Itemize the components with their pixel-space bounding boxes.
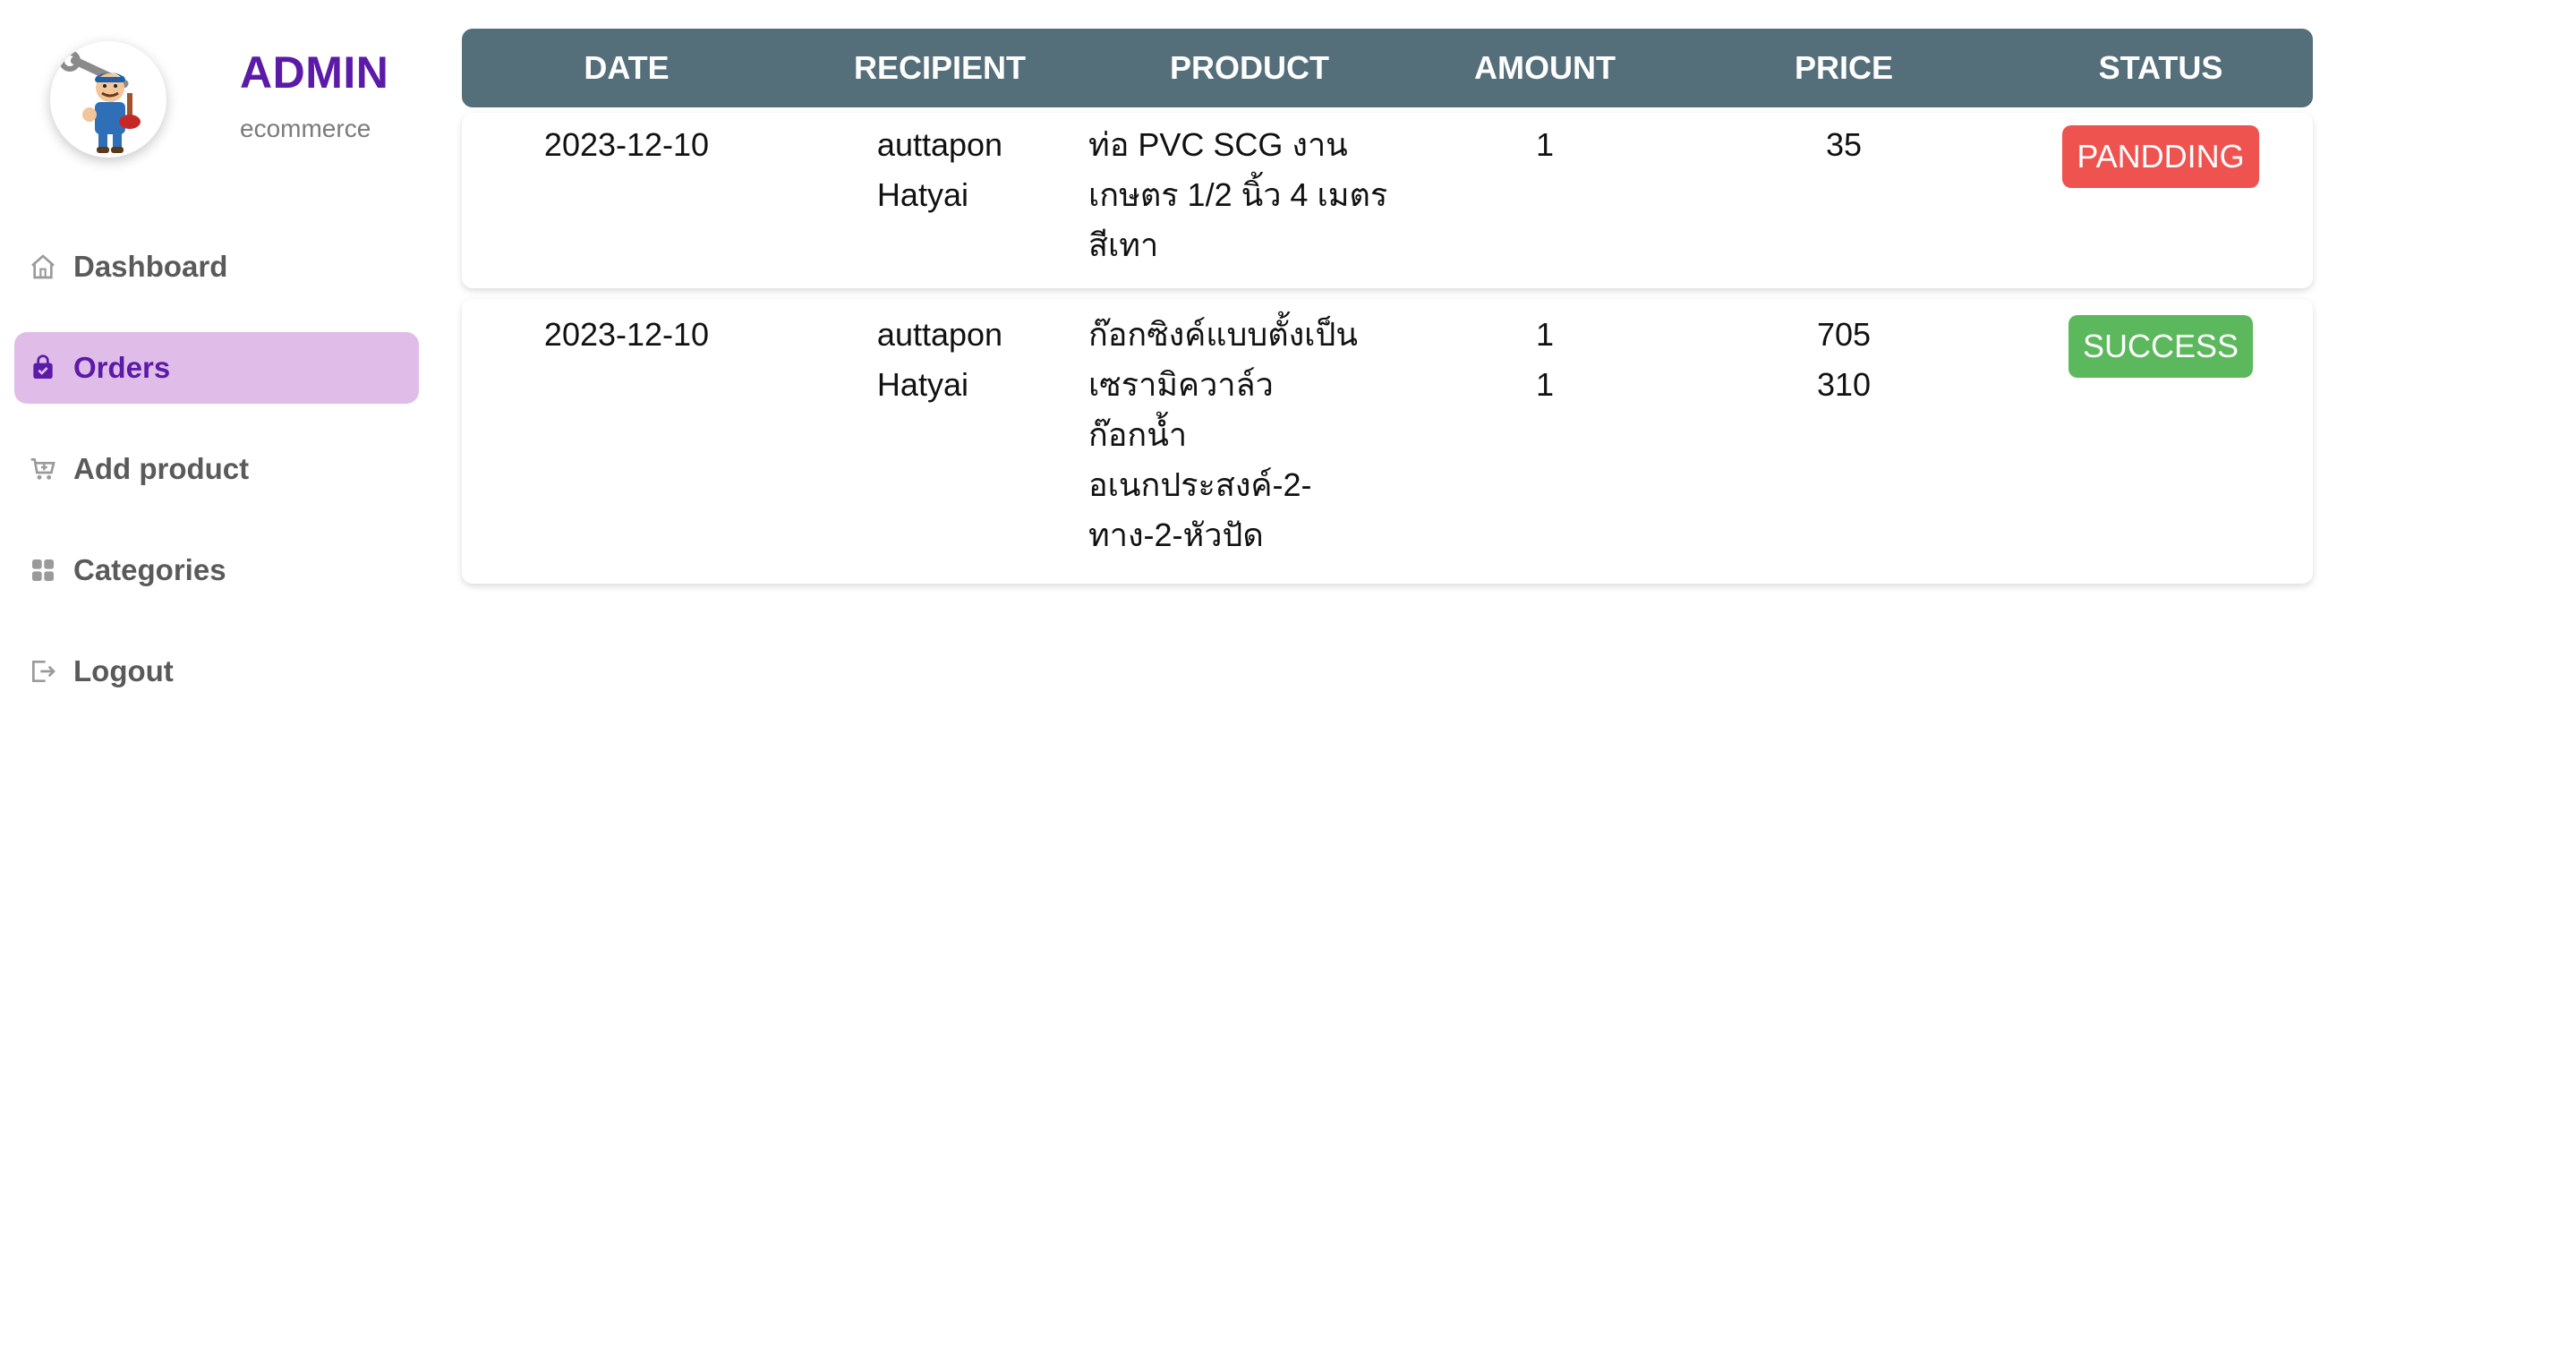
- plumber-logo-icon: [59, 50, 141, 153]
- table-row[interactable]: 2023-12-10 auttapon Hatyai ก๊อกซิงค์แบบต…: [462, 299, 2313, 584]
- orders-table: DATE RECIPIENT PRODUCT AMOUNT PRICE STAT…: [462, 29, 2313, 584]
- recipient-city: Hatyai: [876, 176, 968, 213]
- status-badge[interactable]: PANDDING: [2062, 125, 2259, 188]
- home-icon: [27, 251, 59, 283]
- product-line: อเนกประสงค์-2-: [1088, 466, 1312, 503]
- table-header: DATE RECIPIENT PRODUCT AMOUNT PRICE STAT…: [462, 29, 2313, 107]
- order-product: ก๊อกซิงค์แบบตั้งเป็น เซรามิควาล์ว ก๊อกน้…: [1088, 310, 1411, 560]
- amount-value: 1: [1535, 126, 1555, 163]
- sidebar-item-label: Logout: [73, 654, 174, 687]
- shopping-bag-icon: [27, 352, 59, 384]
- column-header-amount[interactable]: AMOUNT: [1411, 49, 1679, 87]
- product-line: ก๊อกซิงค์แบบตั้งเป็น: [1088, 316, 1358, 353]
- avatar: [50, 41, 166, 158]
- logout-icon: [27, 655, 59, 687]
- recipient-name: auttapon: [876, 316, 1003, 353]
- order-price: 35: [1679, 120, 2009, 170]
- sidebar: ADMIN ecommerce Dashboard Orders Add pro…: [0, 0, 448, 1357]
- order-date: 2023-12-10: [543, 126, 710, 163]
- sidebar-item-categories[interactable]: Categories: [14, 534, 419, 606]
- order-recipient: auttapon Hatyai: [791, 120, 1088, 220]
- column-header-status[interactable]: STATUS: [2009, 49, 2313, 87]
- product-line: เซรามิควาล์ว: [1088, 366, 1274, 403]
- sidebar-item-logout[interactable]: Logout: [14, 636, 419, 707]
- product-line: เกษตร 1/2 นิ้ว 4 เมตร: [1088, 176, 1388, 213]
- grid-icon: [27, 554, 59, 586]
- sidebar-nav: Dashboard Orders Add product Categories: [14, 231, 419, 737]
- brand-title: ADMIN: [240, 47, 389, 98]
- sidebar-item-label: Add product: [73, 452, 250, 485]
- product-line: ทาง-2-หัวปัด: [1088, 516, 1264, 553]
- recipient-name: auttapon: [876, 126, 1003, 163]
- sidebar-item-dashboard[interactable]: Dashboard: [14, 231, 419, 303]
- order-price: 705 310: [1679, 310, 2009, 410]
- order-status: SUCCESS: [2009, 310, 2313, 378]
- column-header-price[interactable]: PRICE: [1679, 49, 2009, 87]
- table-row[interactable]: 2023-12-10 auttapon Hatyai ท่อ PVC SCG ง…: [462, 113, 2313, 288]
- order-product: ท่อ PVC SCG งาน เกษตร 1/2 นิ้ว 4 เมตร สี…: [1088, 120, 1411, 270]
- sidebar-item-label: Dashboard: [73, 250, 228, 283]
- order-amount: 1 1: [1411, 310, 1679, 410]
- sidebar-item-label: Categories: [73, 553, 226, 586]
- sidebar-item-orders[interactable]: Orders: [14, 332, 419, 404]
- recipient-city: Hatyai: [876, 366, 968, 403]
- product-line: ท่อ PVC SCG งาน: [1088, 126, 1348, 163]
- order-amount: 1: [1411, 120, 1679, 170]
- amount-value: 1: [1535, 316, 1555, 353]
- page: ADMIN ecommerce Dashboard Orders Add pro…: [0, 0, 2576, 1357]
- sidebar-item-add-product[interactable]: Add product: [14, 433, 419, 505]
- order-status: PANDDING: [2009, 120, 2313, 188]
- brand-subtitle: ecommerce: [240, 115, 371, 142]
- column-header-product[interactable]: PRODUCT: [1088, 49, 1411, 87]
- column-header-date[interactable]: DATE: [462, 49, 791, 87]
- status-badge[interactable]: SUCCESS: [2068, 315, 2254, 378]
- column-header-recipient[interactable]: RECIPIENT: [791, 49, 1088, 87]
- price-value: 705: [1816, 316, 1872, 353]
- price-value: 310: [1816, 366, 1872, 403]
- sidebar-item-label: Orders: [73, 351, 171, 384]
- product-line: ก๊อกน้ำ: [1088, 416, 1188, 453]
- order-date: 2023-12-10: [543, 316, 710, 353]
- cart-plus-icon: [27, 453, 59, 485]
- price-value: 35: [1825, 126, 1863, 163]
- product-line: สีเทา: [1088, 226, 1159, 263]
- order-recipient: auttapon Hatyai: [791, 310, 1088, 410]
- amount-value: 1: [1535, 366, 1555, 403]
